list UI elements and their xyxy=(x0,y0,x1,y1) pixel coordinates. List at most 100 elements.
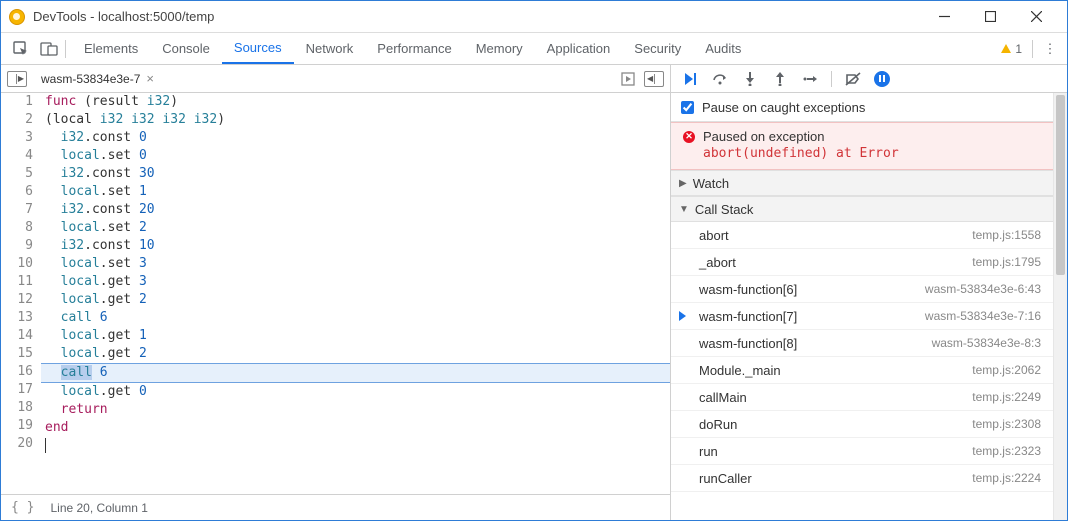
callstack-section-header[interactable]: ▼ Call Stack xyxy=(671,196,1053,222)
run-snippet-button[interactable] xyxy=(620,71,636,87)
callstack-frame-location: temp.js:2323 xyxy=(972,444,1041,458)
code-line[interactable]: local.set 1 xyxy=(41,183,670,201)
debugger-sidebar: Pause on caught exceptions ✕ Paused on e… xyxy=(671,65,1067,520)
paused-banner: ✕ Paused on exception abort(undefined) a… xyxy=(671,122,1053,170)
paused-banner-detail: abort(undefined) at Error xyxy=(703,146,1043,161)
callstack-frame-name: runCaller xyxy=(699,471,752,486)
pause-on-caught-checkbox[interactable] xyxy=(681,101,694,114)
pause-on-caught-row[interactable]: Pause on caught exceptions xyxy=(671,93,1053,121)
code-line[interactable]: local.set 0 xyxy=(41,147,670,165)
callstack-frame[interactable]: run temp.js:2323 xyxy=(671,438,1053,465)
callstack-frame[interactable]: _aborttemp.js:1795 xyxy=(671,249,1053,276)
code-line[interactable]: local.get 1 xyxy=(41,327,670,345)
device-toolbar-button[interactable] xyxy=(35,35,63,63)
window-maximize-button[interactable] xyxy=(967,2,1013,32)
callstack-frame-name: wasm-function[7] xyxy=(699,309,797,324)
tab-security[interactable]: Security xyxy=(622,33,693,64)
sources-panel: ▶ wasm-53834e3e-7 × ▶ 123456789101112131… xyxy=(1,65,671,520)
window-title: DevTools - localhost:5000/temp xyxy=(33,9,214,24)
step-button[interactable] xyxy=(801,70,819,88)
tab-application[interactable]: Application xyxy=(535,33,623,64)
code-line[interactable]: i32.const 0 xyxy=(41,129,670,147)
scrollbar-thumb[interactable] xyxy=(1056,95,1065,275)
sidebar-scrollbar[interactable] xyxy=(1053,93,1067,520)
code-line[interactable] xyxy=(41,437,670,455)
step-into-button[interactable] xyxy=(741,70,759,88)
callstack-frame-location: temp.js:2249 xyxy=(972,390,1041,404)
tab-sources[interactable]: Sources xyxy=(222,33,294,64)
callstack-frame[interactable]: wasm-function[6]wasm-53834e3e-6:43 xyxy=(671,276,1053,303)
callstack-frame[interactable]: runCaller temp.js:2224 xyxy=(671,465,1053,492)
callstack-frame-name: Module._main xyxy=(699,363,781,378)
callstack-frame-location: temp.js:2308 xyxy=(972,417,1041,431)
callstack-frame[interactable]: wasm-function[7] wasm-53834e3e-7:16 xyxy=(671,303,1053,330)
code-line[interactable]: local.get 2 xyxy=(41,291,670,309)
code-line[interactable]: local.set 3 xyxy=(41,255,670,273)
callstack-frame-name: run xyxy=(699,444,718,459)
tab-audits[interactable]: Audits xyxy=(693,33,753,64)
code-line[interactable]: func (result i32) xyxy=(41,93,670,111)
separator xyxy=(1032,40,1033,58)
callstack-frame-location: temp.js:2062 xyxy=(972,363,1041,377)
watch-section-header[interactable]: ▶ Watch xyxy=(671,170,1053,196)
step-out-button[interactable] xyxy=(771,70,789,88)
resume-button[interactable] xyxy=(681,70,699,88)
error-icon: ✕ xyxy=(683,131,695,143)
tab-memory[interactable]: Memory xyxy=(464,33,535,64)
code-content[interactable]: func (result i32)(local i32 i32 i32 i32)… xyxy=(41,93,670,494)
warnings-count[interactable]: 1 xyxy=(1000,42,1022,56)
navigator-toggle-button[interactable]: ▶ xyxy=(7,71,27,87)
sources-subtoolbar: ▶ wasm-53834e3e-7 × ▶ xyxy=(1,65,670,93)
code-line[interactable]: i32.const 30 xyxy=(41,165,670,183)
callstack-frame-name: callMain xyxy=(699,390,747,405)
code-line[interactable]: call 6 xyxy=(41,363,670,383)
debugger-sidebar-toggle-button[interactable]: ▶ xyxy=(644,71,664,87)
more-menu-button[interactable]: ⋮ xyxy=(1043,41,1057,57)
deactivate-breakpoints-button[interactable] xyxy=(844,70,862,88)
code-line[interactable]: return xyxy=(41,401,670,419)
code-line[interactable]: (local i32 i32 i32 i32) xyxy=(41,111,670,129)
callstack-frame[interactable]: doRun temp.js:2308 xyxy=(671,411,1053,438)
tab-elements[interactable]: Elements xyxy=(72,33,150,64)
callstack-frame[interactable]: Module._main temp.js:2062 xyxy=(671,357,1053,384)
callstack-frame[interactable]: callMain temp.js:2249 xyxy=(671,384,1053,411)
code-line[interactable]: local.get 2 xyxy=(41,345,670,363)
code-line[interactable]: end xyxy=(41,419,670,437)
open-file-name: wasm-53834e3e-7 xyxy=(41,72,140,86)
code-line[interactable]: local.get 0 xyxy=(41,383,670,401)
chevron-right-icon: ▶ xyxy=(679,178,687,189)
step-over-button[interactable] xyxy=(711,70,729,88)
pretty-print-button[interactable]: { } xyxy=(11,500,34,515)
code-editor[interactable]: 1234567891011121314151617181920 func (re… xyxy=(1,93,670,494)
tab-performance[interactable]: Performance xyxy=(365,33,463,64)
code-line[interactable]: call 6 xyxy=(41,309,670,327)
devtools-tabstrip: ElementsConsoleSourcesNetworkPerformance… xyxy=(1,33,1067,65)
tab-console[interactable]: Console xyxy=(150,33,222,64)
callstack-frame-name: doRun xyxy=(699,417,737,432)
callstack-frame[interactable]: wasm-function[8]wasm-53834e3e-8:3 xyxy=(671,330,1053,357)
callstack-list: aborttemp.js:1558_aborttemp.js:1795wasm-… xyxy=(671,222,1053,492)
callstack-frame-location: wasm-53834e3e-7:16 xyxy=(925,309,1041,323)
tab-network[interactable]: Network xyxy=(294,33,366,64)
line-gutter[interactable]: 1234567891011121314151617181920 xyxy=(1,93,41,494)
editor-statusbar: { } Line 20, Column 1 xyxy=(1,494,670,520)
code-line[interactable]: local.get 3 xyxy=(41,273,670,291)
debugger-toolbar xyxy=(671,65,1067,93)
code-line[interactable]: local.set 2 xyxy=(41,219,670,237)
callstack-frame-name: wasm-function[8] xyxy=(699,336,797,351)
pause-on-exceptions-button[interactable] xyxy=(874,71,890,87)
window-minimize-button[interactable] xyxy=(921,2,967,32)
window-close-button[interactable] xyxy=(1013,2,1059,32)
code-line[interactable]: i32.const 10 xyxy=(41,237,670,255)
close-tab-button[interactable]: × xyxy=(146,71,154,86)
paused-banner-title: Paused on exception xyxy=(703,129,824,144)
warnings-count-value: 1 xyxy=(1015,42,1022,56)
pause-on-caught-label: Pause on caught exceptions xyxy=(702,100,865,115)
inspect-element-button[interactable] xyxy=(7,35,35,63)
devtools-logo-icon xyxy=(9,9,25,25)
callstack-frame[interactable]: aborttemp.js:1558 xyxy=(671,222,1053,249)
callstack-frame-location: temp.js:2224 xyxy=(972,471,1041,485)
code-line[interactable]: i32.const 20 xyxy=(41,201,670,219)
watch-label: Watch xyxy=(693,176,729,191)
open-file-tab[interactable]: wasm-53834e3e-7 × xyxy=(33,65,162,93)
